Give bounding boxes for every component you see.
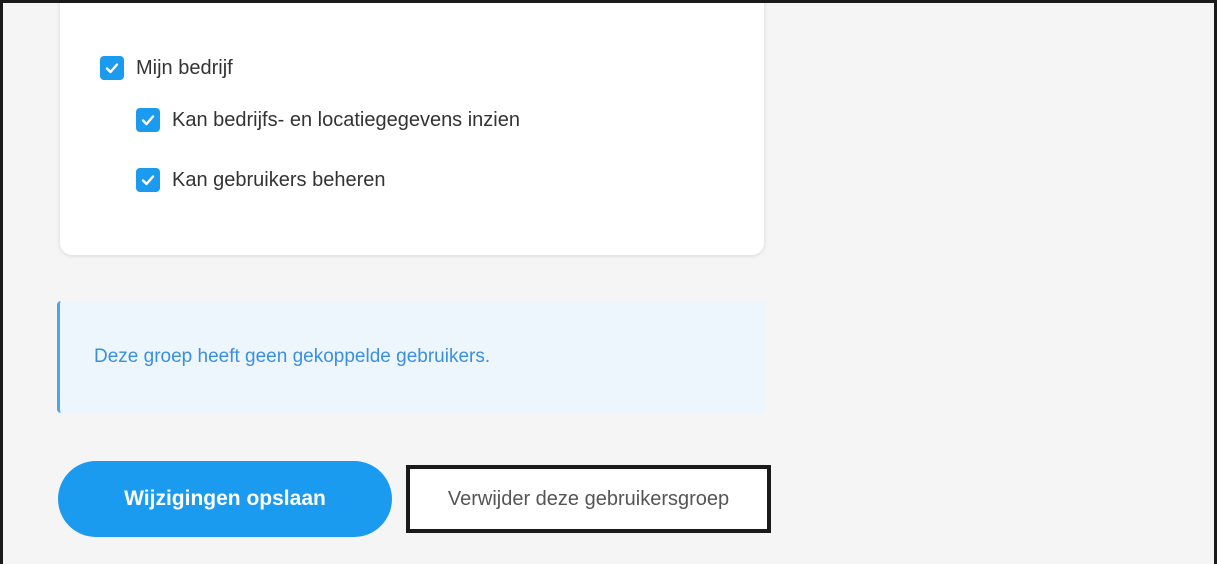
permissions-card: Mijn bedrijf Kan bedrijfs- en locatiegeg… <box>60 3 764 255</box>
check-icon <box>105 63 119 74</box>
permission-view-company-info[interactable]: Kan bedrijfs- en locatiegegevens inzien <box>136 108 520 132</box>
checkbox-view-company-info[interactable] <box>136 108 160 132</box>
info-notice: Deze groep heeft geen gekoppelde gebruik… <box>57 301 765 413</box>
checkbox-label: Mijn bedrijf <box>136 56 233 79</box>
permission-group-mijn-bedrijf[interactable]: Mijn bedrijf <box>100 56 233 80</box>
checkbox-label: Kan gebruikers beheren <box>172 168 386 191</box>
checkbox-manage-users[interactable] <box>136 168 160 192</box>
notice-text: Deze groep heeft geen gekoppelde gebruik… <box>94 346 491 367</box>
checkbox-mijn-bedrijf[interactable] <box>100 56 124 80</box>
checkbox-label: Kan bedrijfs- en locatiegegevens inzien <box>172 108 520 131</box>
save-changes-button[interactable]: Wijzigingen opslaan <box>58 461 392 537</box>
delete-group-link[interactable]: Verwijder deze gebruikersgroep <box>406 465 771 533</box>
page-frame: Mijn bedrijf Kan bedrijfs- en locatiegeg… <box>0 0 1217 564</box>
check-icon <box>141 115 155 126</box>
permission-manage-users[interactable]: Kan gebruikers beheren <box>136 168 385 192</box>
check-icon <box>141 175 155 186</box>
